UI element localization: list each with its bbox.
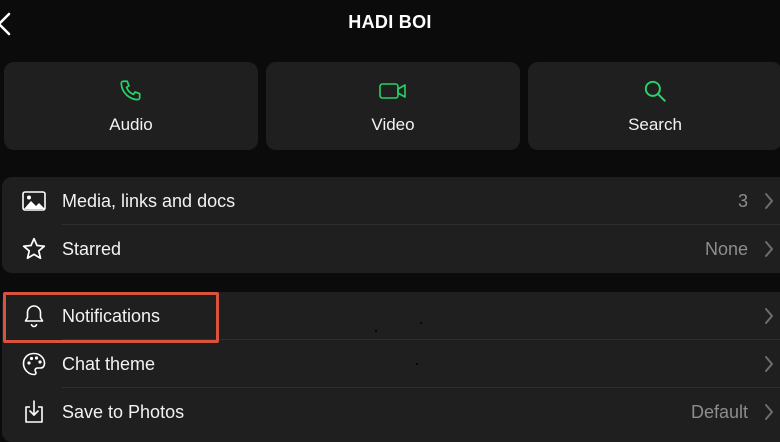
save-to-photos-label: Save to Photos xyxy=(62,402,185,422)
starred-row[interactable]: Starred None xyxy=(2,225,780,273)
search-label: Search xyxy=(628,115,682,134)
search-icon xyxy=(528,78,780,106)
download-icon xyxy=(20,399,48,425)
header: HADI BOI xyxy=(0,0,780,48)
chevron-right-icon xyxy=(765,356,773,372)
chat-theme-row[interactable]: Chat theme xyxy=(2,340,780,388)
speck xyxy=(375,330,377,332)
chevron-right-icon xyxy=(765,404,773,420)
speck xyxy=(416,363,418,365)
audio-call-button[interactable]: Audio xyxy=(4,62,258,150)
video-call-button[interactable]: Video xyxy=(266,62,520,150)
audio-label: Audio xyxy=(109,115,153,134)
phone-icon xyxy=(4,78,258,106)
star-icon xyxy=(20,236,48,262)
save-to-photos-value: Default xyxy=(690,402,748,422)
media-group: Media, links and docs 3 Starred None xyxy=(2,177,780,273)
save-to-photos-row[interactable]: Save to Photos Default xyxy=(2,388,780,436)
chevron-right-icon xyxy=(765,193,773,209)
palette-icon xyxy=(20,351,48,377)
chevron-right-icon xyxy=(765,308,773,324)
video-icon xyxy=(266,78,520,106)
speck xyxy=(420,322,422,324)
chevron-right-icon xyxy=(765,241,773,257)
media-count: 3 xyxy=(737,191,748,211)
media-links-docs-row[interactable]: Media, links and docs 3 xyxy=(2,177,780,225)
image-icon xyxy=(20,188,48,214)
starred-value: None xyxy=(704,239,748,259)
video-label: Video xyxy=(371,115,415,134)
chat-theme-label: Chat theme xyxy=(62,354,156,374)
starred-label: Starred xyxy=(62,239,122,259)
search-button[interactable]: Search xyxy=(528,62,780,150)
notifications-highlight-box xyxy=(3,292,219,343)
page-title: HADI BOI xyxy=(348,12,432,32)
media-links-docs-label: Media, links and docs xyxy=(62,191,236,211)
